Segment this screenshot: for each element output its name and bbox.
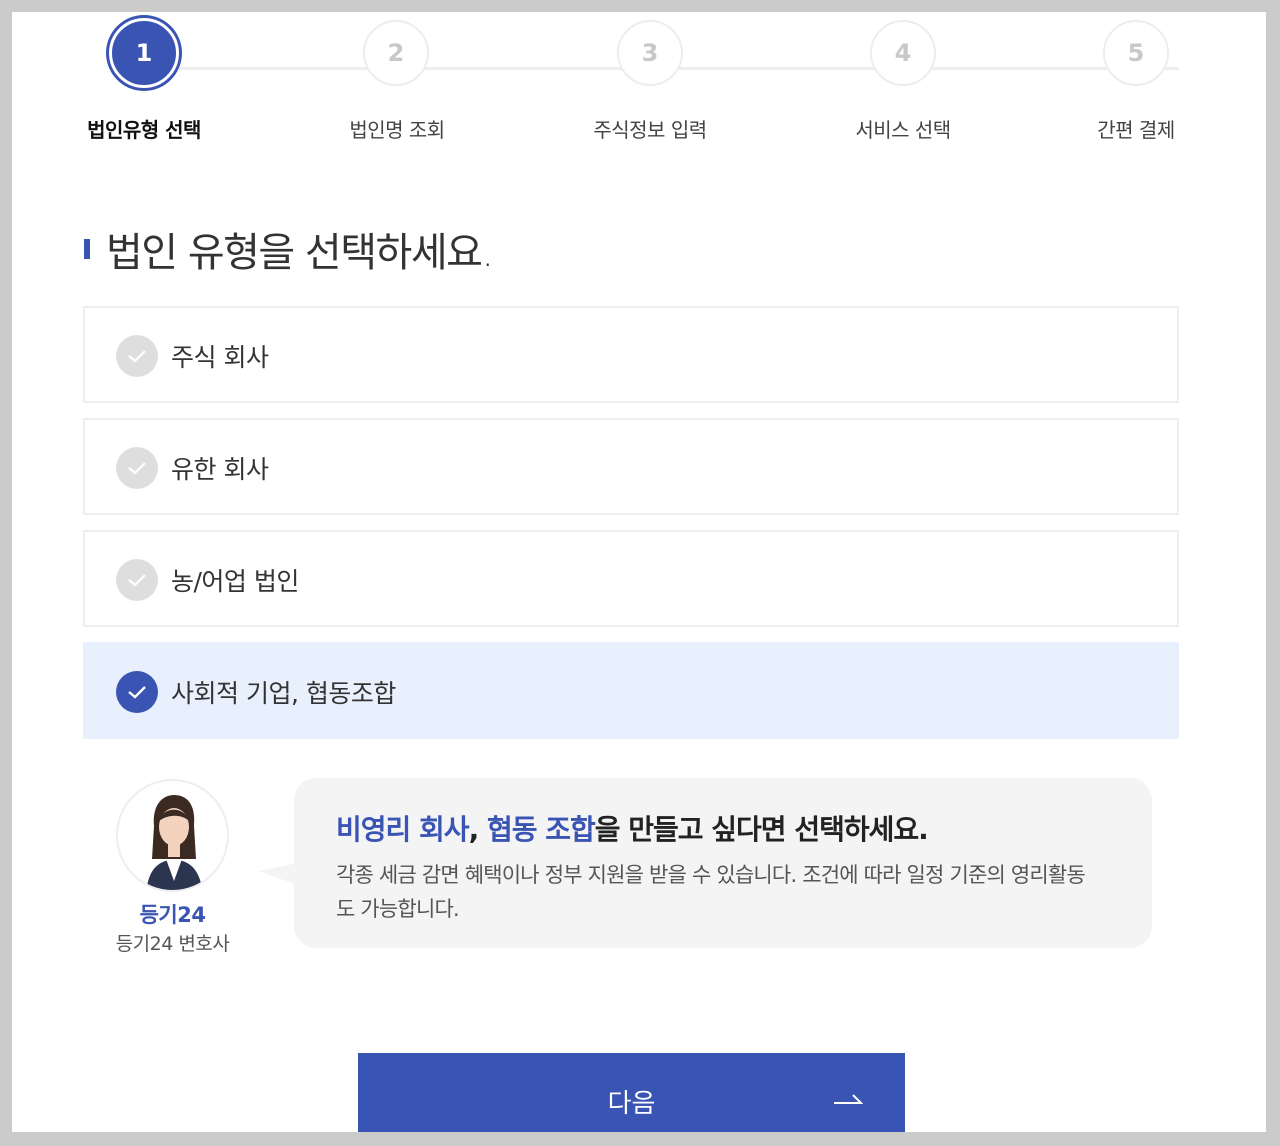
option-label: 주식 회사 bbox=[171, 343, 269, 372]
lawyer-avatar bbox=[116, 779, 229, 892]
heading-accent-bar bbox=[84, 239, 90, 259]
step-3: 3 bbox=[617, 20, 683, 86]
step-number: 5 bbox=[1127, 39, 1145, 67]
brand-name: 등기24 bbox=[139, 903, 206, 927]
step-number: 2 bbox=[387, 39, 405, 67]
check-circle-icon bbox=[116, 671, 158, 713]
step-number: 4 bbox=[894, 39, 912, 67]
check-circle-icon bbox=[116, 559, 158, 601]
option-social-enterprise-coop[interactable]: 사회적 기업, 협동조합 bbox=[83, 642, 1179, 739]
next-button[interactable]: 다음 bbox=[358, 1053, 905, 1132]
page-card: 1 2 3 4 5 법인유형 선택 법인명 조회 주식정보 입력 서비스 선택 … bbox=[12, 12, 1266, 1132]
step-number: 3 bbox=[641, 39, 659, 67]
next-button-label: 다음 bbox=[607, 1089, 656, 1119]
advice-title-highlight-1: 비영리 회사 bbox=[336, 813, 470, 846]
advice-title-highlight-2: 협동 조합 bbox=[486, 813, 596, 846]
check-circle-icon bbox=[116, 447, 158, 489]
advice-description: 각종 세금 감면 혜택이나 정부 지원을 받을 수 있습니다. 조건에 따라 일… bbox=[336, 863, 1086, 921]
option-label: 농/어업 법인 bbox=[171, 567, 299, 596]
check-circle-icon bbox=[116, 335, 158, 377]
page-title: 법인 유형을 선택하세요. bbox=[106, 230, 494, 276]
advice-bubble: 비영리 회사, 협동 조합을 만들고 싶다면 선택하세요. 각종 세금 감면 혜… bbox=[294, 778, 1152, 948]
advice-title-rest: 을 만들고 싶다면 선택하세요. bbox=[594, 813, 929, 846]
step-5: 5 bbox=[1103, 20, 1169, 86]
step-2: 2 bbox=[363, 20, 429, 86]
option-label: 유한 회사 bbox=[171, 455, 269, 484]
step-number: 1 bbox=[135, 39, 153, 67]
option-agri-fishery-corp[interactable]: 농/어업 법인 bbox=[83, 530, 1179, 627]
step-4: 4 bbox=[870, 20, 936, 86]
speech-bubble-tail bbox=[258, 863, 298, 885]
arrow-right-icon bbox=[834, 1094, 863, 1104]
advisor-role: 등기24 변호사 bbox=[115, 933, 230, 955]
advice-title: 비영리 회사, 협동 조합을 만들고 싶다면 선택하세요. bbox=[336, 808, 929, 848]
step-label-3: 주식정보 입력 bbox=[593, 118, 707, 142]
step-label-4: 서비스 선택 bbox=[855, 118, 951, 142]
step-1: 1 bbox=[109, 18, 179, 88]
step-label-5: 간편 결제 bbox=[1097, 118, 1175, 142]
step-label-2: 법인명 조회 bbox=[349, 118, 445, 142]
option-stock-company[interactable]: 주식 회사 bbox=[83, 306, 1179, 403]
option-label: 사회적 기업, 협동조합 bbox=[171, 679, 396, 708]
advice-title-separator: , bbox=[468, 813, 487, 846]
step-label-1: 법인유형 선택 bbox=[87, 118, 201, 142]
option-limited-company[interactable]: 유한 회사 bbox=[83, 418, 1179, 515]
